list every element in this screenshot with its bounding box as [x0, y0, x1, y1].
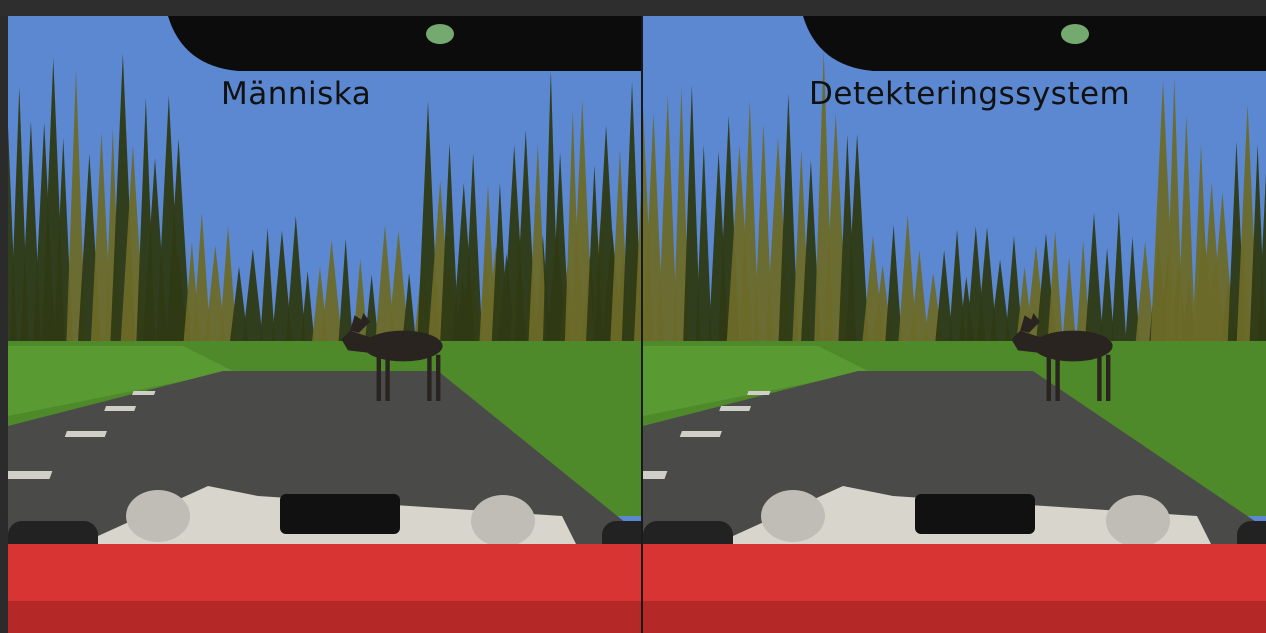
- panel-title-human: Människa: [221, 76, 372, 112]
- panel-title-detection-system: Detekteringssystem: [809, 76, 1131, 112]
- viewport-right-detection-system: Detekteringssystem: [643, 16, 1266, 633]
- rearview-mirror-icon: [803, 16, 1266, 71]
- viewport-left-human: Människa: [8, 16, 642, 633]
- rearview-mirror-icon: [168, 16, 642, 71]
- window-top-strip: [0, 0, 1266, 16]
